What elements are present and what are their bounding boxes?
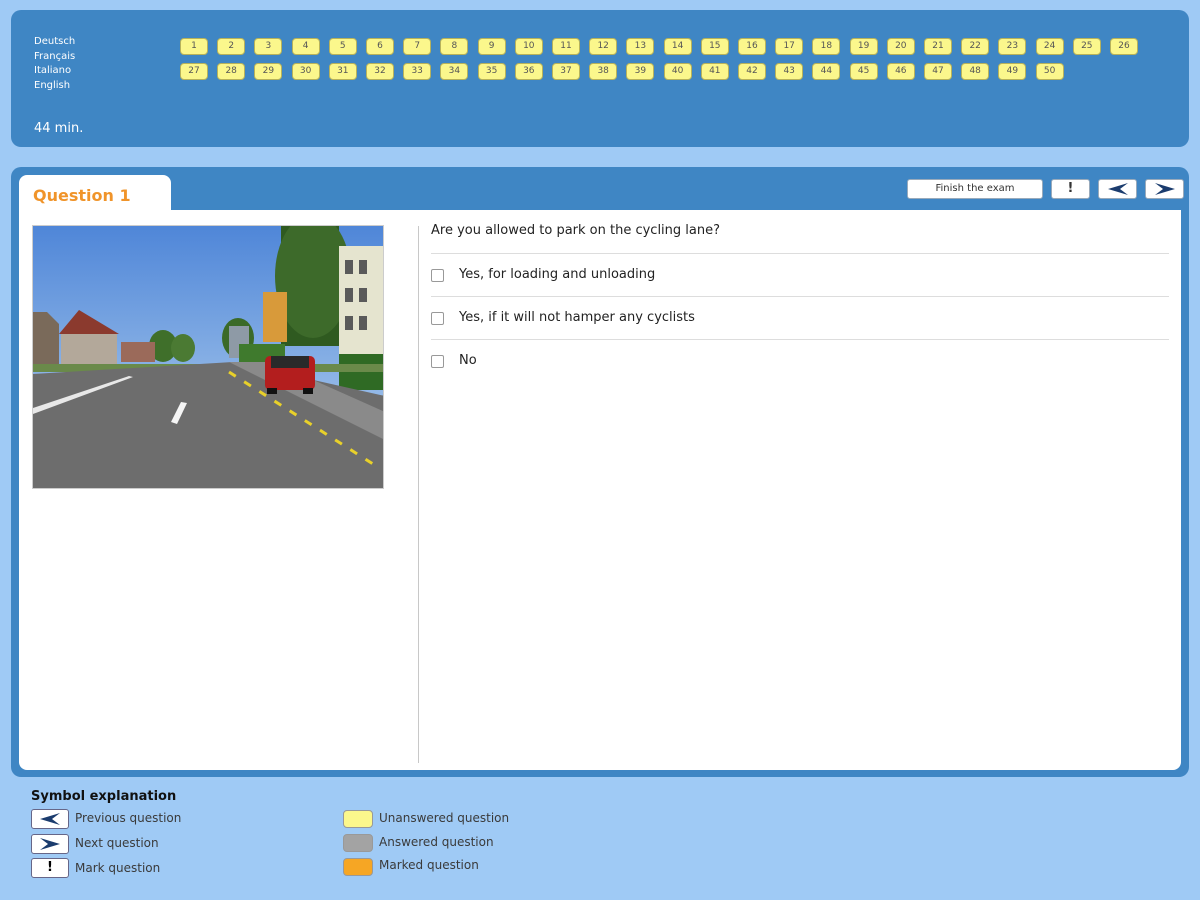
question-number-button-36[interactable]: 36 <box>514 63 543 80</box>
question-number-button-15[interactable]: 15 <box>700 38 729 55</box>
question-number-button-4[interactable]: 4 <box>291 38 320 55</box>
answer-option-1[interactable]: Yes, for loading and unloading <box>431 253 1169 296</box>
question-number-button-7[interactable]: 7 <box>403 38 432 55</box>
time-remaining: 44 min. <box>34 121 84 136</box>
question-number-button-49[interactable]: 49 <box>998 63 1027 80</box>
question-number-button-28[interactable]: 28 <box>217 63 246 80</box>
question-number-button-16[interactable]: 16 <box>738 38 766 55</box>
question-number-button-48[interactable]: 48 <box>961 63 990 80</box>
question-content: Are you allowed to park on the cycling l… <box>19 210 1181 770</box>
language-francais[interactable]: Français <box>34 50 75 65</box>
language-italiano[interactable]: Italiano <box>34 64 75 79</box>
language-selector: Deutsch Français Italiano English <box>34 35 75 93</box>
legend-answered-label: Answered question <box>379 835 494 849</box>
question-number-button-38[interactable]: 38 <box>589 63 618 80</box>
question-number-button-50[interactable]: 50 <box>1035 63 1064 80</box>
question-number-button-45[interactable]: 45 <box>849 63 878 80</box>
question-panel: Question 1 Finish the exam ! Are you all… <box>11 167 1189 777</box>
question-number-button-12[interactable]: 12 <box>589 38 618 55</box>
question-text: Are you allowed to park on the cycling l… <box>431 223 721 238</box>
legend-marked-label: Marked question <box>379 858 479 872</box>
question-number-button-26[interactable]: 26 <box>1110 38 1138 55</box>
question-number-button-46[interactable]: 46 <box>886 63 915 80</box>
answer-checkbox-1[interactable] <box>431 269 444 282</box>
question-number-button-35[interactable]: 35 <box>477 63 506 80</box>
question-number-button-43[interactable]: 43 <box>775 63 804 80</box>
answer-option-2[interactable]: Yes, if it will not hamper any cyclists <box>431 296 1169 339</box>
answer-label-1: Yes, for loading and unloading <box>459 267 656 282</box>
arrow-left-icon <box>1107 183 1128 195</box>
legend-marked-swatch <box>343 858 373 876</box>
answer-checkbox-2[interactable] <box>431 312 444 325</box>
question-number-button-37[interactable]: 37 <box>552 63 580 80</box>
question-number-button-21[interactable]: 21 <box>924 38 952 55</box>
arrow-right-icon <box>1154 183 1175 195</box>
question-number-button-5[interactable]: 5 <box>328 38 357 55</box>
question-number-button-2[interactable]: 2 <box>217 38 246 55</box>
question-number-button-23[interactable]: 23 <box>998 38 1027 55</box>
language-deutsch[interactable]: Deutsch <box>34 35 75 50</box>
answer-checkbox-3[interactable] <box>431 355 444 368</box>
question-number-button-47[interactable]: 47 <box>924 63 952 80</box>
legend-next-icon <box>31 834 69 854</box>
question-number-button-33[interactable]: 33 <box>403 63 432 80</box>
question-navigation-panel: Deutsch Français Italiano English 123456… <box>11 10 1189 147</box>
question-number-button-30[interactable]: 30 <box>291 63 320 80</box>
question-number-button-42[interactable]: 42 <box>738 63 766 80</box>
question-number-button-19[interactable]: 19 <box>849 38 878 55</box>
question-number-button-29[interactable]: 29 <box>254 63 283 80</box>
arrow-right-icon <box>40 838 60 850</box>
answer-option-3[interactable]: No <box>431 339 1169 382</box>
question-number-button-18[interactable]: 18 <box>812 38 841 55</box>
question-number-button-39[interactable]: 39 <box>626 63 655 80</box>
next-question-button[interactable] <box>1145 179 1184 199</box>
question-number-button-3[interactable]: 3 <box>254 38 283 55</box>
legend-mark-label: Mark question <box>75 861 161 875</box>
question-number-button-25[interactable]: 25 <box>1072 38 1101 55</box>
question-number-button-9[interactable]: 9 <box>477 38 506 55</box>
answer-label-2: Yes, if it will not hamper any cyclists <box>459 310 695 325</box>
legend-answered-swatch <box>343 834 373 852</box>
question-number-button-11[interactable]: 11 <box>552 38 580 55</box>
previous-question-button[interactable] <box>1098 179 1137 199</box>
question-number-button-14[interactable]: 14 <box>663 38 692 55</box>
content-divider <box>418 226 419 763</box>
question-number-button-44[interactable]: 44 <box>812 63 841 80</box>
finish-exam-button[interactable]: Finish the exam <box>907 179 1043 199</box>
legend-unanswered-label: Unanswered question <box>379 811 510 825</box>
legend-next-label: Next question <box>75 836 159 850</box>
question-number-button-10[interactable]: 10 <box>514 38 543 55</box>
legend-previous-icon <box>31 809 69 829</box>
answer-label-3: No <box>459 353 477 368</box>
question-title-tab: Question 1 <box>19 175 171 215</box>
question-number-button-20[interactable]: 20 <box>886 38 915 55</box>
question-number-button-32[interactable]: 32 <box>366 63 394 80</box>
question-number-button-1[interactable]: 1 <box>180 38 208 55</box>
question-number-button-31[interactable]: 31 <box>328 63 357 80</box>
question-number-button-34[interactable]: 34 <box>440 63 469 80</box>
question-number-button-6[interactable]: 6 <box>366 38 394 55</box>
question-number-button-13[interactable]: 13 <box>626 38 655 55</box>
question-number-button-17[interactable]: 17 <box>775 38 804 55</box>
mark-question-button[interactable]: ! <box>1051 179 1090 199</box>
legend-previous-label: Previous question <box>75 811 182 825</box>
legend-title: Symbol explanation <box>31 789 177 804</box>
question-number-button-22[interactable]: 22 <box>961 38 990 55</box>
legend-unanswered-swatch <box>343 810 373 828</box>
question-number-button-27[interactable]: 27 <box>180 63 208 80</box>
question-image <box>32 225 384 489</box>
legend-mark-icon: ! <box>31 858 69 878</box>
question-number-button-24[interactable]: 24 <box>1035 38 1064 55</box>
question-number-button-40[interactable]: 40 <box>663 63 692 80</box>
arrow-left-icon <box>40 813 60 825</box>
question-number-button-8[interactable]: 8 <box>440 38 469 55</box>
language-english[interactable]: English <box>34 79 75 94</box>
question-number-button-41[interactable]: 41 <box>700 63 729 80</box>
